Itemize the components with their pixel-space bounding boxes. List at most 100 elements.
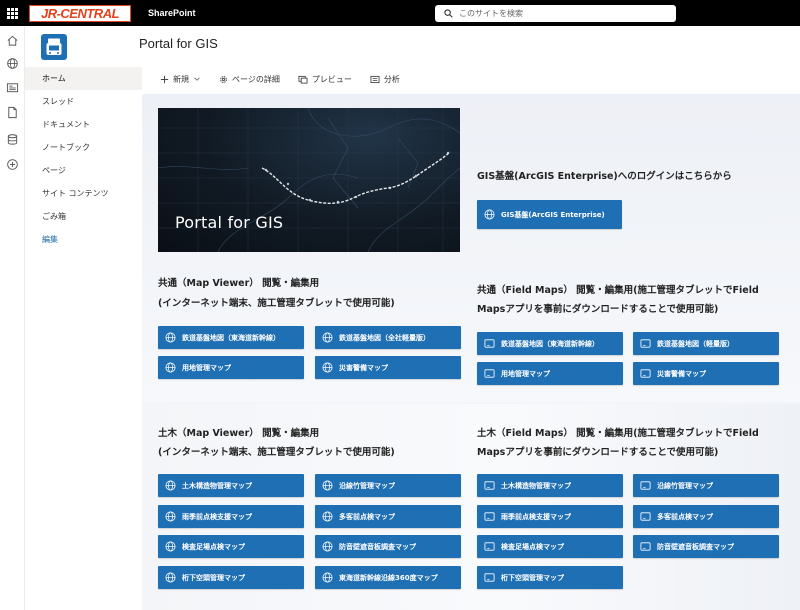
map-viewer-button[interactable]: 防音壁遮音板調査マップ [315, 535, 461, 558]
tablet-icon [484, 512, 495, 521]
button-label: 用地管理マップ [501, 369, 550, 378]
nav-item-site-contents[interactable]: サイト コンテンツ [25, 182, 142, 205]
page-details-label: ページの詳細 [232, 74, 280, 84]
database-icon[interactable] [6, 133, 19, 146]
nav-item-pages[interactable]: ページ [25, 159, 142, 182]
tablet-icon [640, 481, 651, 490]
map-viewer-button[interactable]: 東海道新幹線沿線360度マップ [315, 566, 461, 589]
nav-edit-link[interactable]: 編集 [25, 228, 142, 251]
nav-item-recycle-bin[interactable]: ごみ箱 [25, 205, 142, 228]
button-label: 桁下空頭管理マップ [501, 573, 564, 582]
button-label: 桁下空頭管理マップ [182, 573, 245, 582]
button-label: 災害警備マップ [339, 363, 388, 372]
field-maps-button[interactable]: 土木構造物管理マップ [477, 474, 623, 497]
map-viewer-button[interactable]: 沿線竹管理マップ [315, 474, 461, 497]
field-maps-button[interactable]: 鉄道基盤地図（軽量版） [633, 332, 779, 355]
arcgis-enterprise-login-button[interactable]: GIS基盤(ArcGIS Enterprise) [477, 200, 622, 229]
tablet-icon [484, 542, 495, 551]
brand-logo-text: JR-CENTRAL [40, 6, 120, 21]
hero-title: Portal for GIS [175, 213, 284, 232]
gear-icon [220, 75, 227, 83]
field-maps-button[interactable]: 沿線竹管理マップ [633, 474, 779, 497]
button-label: 土木構造物管理マップ [501, 481, 571, 490]
nav-item-home[interactable]: ホーム [25, 67, 142, 90]
document-icon[interactable] [6, 106, 19, 119]
app-launcher-icon[interactable] [7, 8, 18, 19]
map-viewer-button[interactable]: 災害警備マップ [315, 356, 461, 379]
globe-icon[interactable] [6, 57, 19, 70]
app-bar [0, 26, 25, 610]
site-search-box[interactable] [435, 5, 676, 22]
field-maps-button[interactable]: 雨季前点検支援マップ [477, 505, 623, 528]
button-label: 多客前点検マップ [657, 512, 713, 521]
preview-label: プレビュー [311, 74, 352, 84]
button-label: 雨季前点検支援マップ [182, 512, 252, 521]
globe-icon [322, 362, 333, 373]
globe-icon [165, 511, 176, 522]
field-maps-button[interactable]: 鉄道基盤地図（東海道新幹線） [477, 332, 623, 355]
field-maps-button[interactable]: 検査足場点検マップ [477, 535, 623, 558]
button-label: 沿線竹管理マップ [657, 481, 713, 490]
map-viewer-button[interactable]: 多客前点検マップ [315, 505, 461, 528]
map-viewer-button[interactable]: 鉄道基盤地図（東海道新幹線） [158, 326, 304, 349]
sharepoint-app-name[interactable]: SharePoint [148, 0, 196, 26]
site-logo[interactable] [41, 34, 67, 60]
nav-item-documents[interactable]: ドキュメント [25, 113, 142, 136]
map-viewer-button[interactable]: 鉄道基盤地図（全社軽量版） [315, 326, 461, 349]
button-label: 防音壁遮音板調査マップ [657, 542, 734, 551]
common-map-viewer-heading-line2: (インターネット端末、施工管理タブレットで使用可能) [158, 298, 395, 309]
analytics-button[interactable]: 分析 [370, 74, 400, 85]
login-heading: GIS基盤(ArcGIS Enterprise)へのログインはこちらから [477, 171, 732, 182]
analytics-icon [370, 75, 380, 83]
common-field-maps-heading-line2: Mapsアプリを事前にダウンロードすることで使用可能) [477, 304, 719, 315]
chevron-down-icon [194, 77, 200, 81]
globe-icon [322, 511, 333, 522]
field-maps-button[interactable]: 桁下空頭管理マップ [477, 566, 623, 589]
new-button[interactable]: 新規 [160, 74, 201, 85]
button-label: 検査足場点検マップ [182, 542, 245, 551]
news-icon[interactable] [6, 81, 19, 94]
button-label: 雨季前点検支援マップ [501, 512, 571, 521]
page-details-button[interactable]: ページの詳細 [219, 74, 280, 85]
brand-logo[interactable]: JR-CENTRAL [29, 5, 131, 22]
button-label: 用地管理マップ [182, 363, 231, 372]
nav-item-notebook[interactable]: ノートブック [25, 136, 142, 159]
left-navigation: ホーム スレッド ドキュメント ノートブック ページ サイト コンテンツ ごみ箱… [25, 67, 142, 251]
tablet-icon [640, 512, 651, 521]
site-logo-icon [46, 38, 62, 55]
globe-icon [322, 480, 333, 491]
site-title[interactable]: Portal for GIS [139, 36, 218, 51]
command-bar: 新規 ページの詳細 プレビュー 分析 [160, 71, 418, 87]
field-maps-button[interactable]: 防音壁遮音板調査マップ [633, 535, 779, 558]
globe-icon [165, 362, 176, 373]
home-icon[interactable] [6, 34, 19, 47]
button-label: 鉄道基盤地図（全社軽量版） [339, 333, 430, 342]
map-viewer-button[interactable]: 検査足場点検マップ [158, 535, 304, 558]
nav-item-threads[interactable]: スレッド [25, 90, 142, 113]
globe-icon [165, 572, 176, 583]
globe-icon [165, 480, 176, 491]
button-label: 沿線竹管理マップ [339, 481, 395, 490]
globe-icon [322, 572, 333, 583]
map-viewer-button[interactable]: 雨季前点検支援マップ [158, 505, 304, 528]
map-viewer-button[interactable]: 土木構造物管理マップ [158, 474, 304, 497]
preview-button[interactable]: プレビュー [298, 74, 352, 85]
button-label: 鉄道基盤地図（東海道新幹線） [182, 333, 280, 342]
hero-banner: Portal for GIS [158, 108, 460, 252]
common-map-viewer-heading-line1: 共通（Map Viewer） 閲覧・編集用 [158, 278, 320, 289]
search-input[interactable] [459, 6, 669, 21]
map-viewer-button[interactable]: 桁下空頭管理マップ [158, 566, 304, 589]
button-label: 土木構造物管理マップ [182, 481, 252, 490]
map-viewer-button[interactable]: 用地管理マップ [158, 356, 304, 379]
field-maps-button[interactable]: 多客前点検マップ [633, 505, 779, 528]
new-button-label: 新規 [173, 74, 189, 84]
analytics-label: 分析 [383, 74, 400, 84]
globe-icon [165, 541, 176, 552]
globe-icon [322, 541, 333, 552]
login-button-label: GIS基盤(ArcGIS Enterprise) [501, 210, 605, 219]
add-icon[interactable] [6, 158, 19, 171]
button-label: 多客前点検マップ [339, 512, 395, 521]
button-label: 鉄道基盤地図（東海道新幹線） [501, 339, 599, 348]
field-maps-button[interactable]: 災害警備マップ [633, 362, 779, 385]
field-maps-button[interactable]: 用地管理マップ [477, 362, 623, 385]
